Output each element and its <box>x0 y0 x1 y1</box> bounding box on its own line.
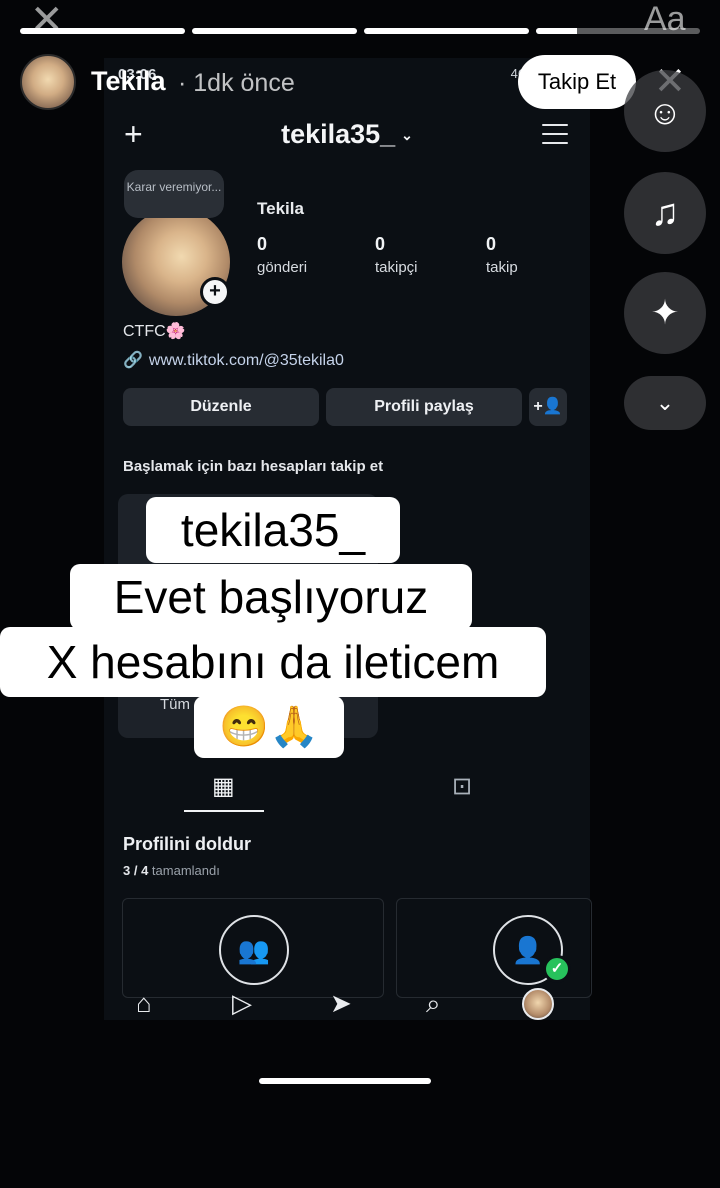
story-username[interactable]: Tekila <box>91 66 166 97</box>
profile-display-name: Tekila <box>257 199 304 218</box>
fill-profile-title: Profilini doldur <box>123 834 251 854</box>
profile-bio: CTFC🌸 <box>123 323 186 340</box>
story-progress-bar <box>536 28 700 34</box>
profile-username-text: tekila35_ <box>281 119 396 149</box>
add-user-icon: +👤 <box>529 388 567 426</box>
nav-avatar <box>522 988 554 1020</box>
stat-following-value: 0 <box>486 234 497 254</box>
sparkle-icon[interactable]: ✦ <box>624 272 706 354</box>
share-profile-button: Profili paylaş <box>326 388 522 426</box>
link-icon: 🔗 <box>123 352 143 369</box>
story-progress-bar <box>20 28 185 34</box>
story-progress-bar <box>192 28 357 34</box>
story-progress-bar <box>364 28 529 34</box>
stat-followers-label: takipçi <box>375 259 418 276</box>
stat-following-label: takip <box>486 259 518 276</box>
stat-followers: 0 takipçi <box>375 234 418 276</box>
suggestion-partial-text: Tüm <box>160 696 190 713</box>
check-icon: ✓ <box>543 955 571 983</box>
overlay-text-line: X hesabını da ileticem <box>0 627 546 697</box>
fill-progress-count: 3 / 4 <box>123 863 149 878</box>
music-icon[interactable]: ♫ <box>624 172 706 254</box>
story-progress <box>20 28 700 34</box>
grid-icon: ▦ <box>212 773 235 800</box>
stat-posts-value: 0 <box>257 234 268 254</box>
tagged-icon: ⊡ <box>452 773 473 800</box>
find-people-card: 👥 <box>122 898 384 998</box>
fill-progress-label: tamamlandı <box>151 863 220 878</box>
chevron-down-icon[interactable]: ⌄ <box>624 376 706 430</box>
profile-link-text: www.tiktok.com/@35tekila0 <box>148 352 344 369</box>
stat-followers-value: 0 <box>375 234 386 254</box>
profile-username: tekila35_ ⌄ <box>104 119 590 150</box>
ghost-close-icon: ✕ <box>30 0 64 42</box>
edit-profile-button: Düzenle <box>123 388 319 426</box>
story-time: · 1dk önce <box>178 69 295 97</box>
active-tab-indicator <box>184 810 264 812</box>
overlay-text-line: Evet başlıyoruz <box>70 564 472 630</box>
reels-icon: ▷ <box>232 988 252 1018</box>
send-icon: ➤ <box>330 988 352 1018</box>
hamburger-menu-icon <box>542 124 568 144</box>
chevron-down-icon: ⌄ <box>401 127 413 144</box>
stat-posts-label: gönderi <box>257 259 308 276</box>
bottom-nav: ⌂ ▷ ➤ ⌕ <box>104 988 590 1020</box>
profile-link: 🔗 www.tiktok.com/@35tekila0 <box>123 350 344 370</box>
sticker-icon[interactable]: ☺ <box>624 70 706 152</box>
search-icon: ⌕ <box>426 988 441 1018</box>
overlay-emoji-line: 😁🙏 <box>194 696 344 758</box>
overlay-text-line: tekila35_ <box>146 497 400 563</box>
stat-following: 0 takip <box>486 234 518 276</box>
note-bubble: Karar veremiyor... <box>124 170 224 218</box>
suggestions-title: Başlamak için bazı hesapları takip et <box>123 458 384 475</box>
follow-button[interactable]: Takip Et <box>518 55 636 109</box>
profile-tabs: ▦ ⊡ <box>104 764 590 812</box>
profile-header: + tekila35_ ⌄ <box>104 112 590 158</box>
home-indicator[interactable] <box>259 1078 431 1084</box>
home-icon: ⌂ <box>136 988 152 1018</box>
people-icon: 👥 <box>219 915 289 985</box>
fill-profile-progress: 3 / 4 tamamlandı <box>123 863 220 878</box>
add-story-plus-icon: + <box>200 277 230 307</box>
profile-photo-card: 👤 ✓ <box>396 898 592 998</box>
stat-posts: 0 gönderi <box>257 234 307 276</box>
story-avatar[interactable] <box>20 54 76 110</box>
